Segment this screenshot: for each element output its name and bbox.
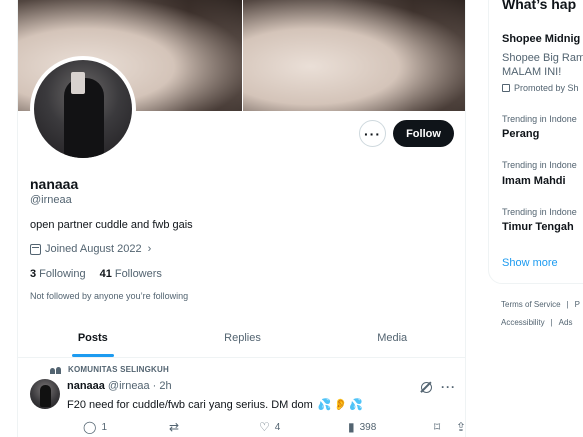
tab-posts[interactable]: Posts [18,318,168,357]
views-action[interactable]: ▮ 398 [348,421,376,433]
trend-category: Trending in Indone [502,207,577,217]
follow-button[interactable]: Follow [393,120,454,147]
footer-links-row2: Accessibility | Ads [501,318,572,327]
followers-label: Followers [114,268,162,280]
post-time[interactable]: · 2h [153,380,172,392]
bar-chart-icon: ▮ [348,420,355,434]
trend-category: Trending in Indone [502,160,577,170]
post-more-button[interactable]: ··· [441,380,456,394]
trend-category: Trending in Indone [502,114,577,124]
heart-icon: ♡ [259,420,270,434]
tab-media[interactable]: Media [317,318,465,357]
bookmark-icon: ⌑ [434,420,441,434]
community-icon [50,365,62,374]
promoted-text: Promoted by Sh [514,83,579,93]
promo-title[interactable]: Shopee Midnig [502,33,580,45]
post-text-body: F20 need for cuddle/fwb cari yang serius… [67,399,313,411]
post-handle[interactable]: @irneaa [108,380,150,392]
following-count: 3 [30,268,37,280]
joined-date[interactable]: Joined August 2022 › [30,243,151,255]
post-actions: ◯ 1 ⇄ ♡ 4 ▮ 398 ⌑ ⇪ [67,421,465,437]
promo-body[interactable]: Shopee Big Ram MALAM INI! [502,51,583,79]
promoted-icon [502,84,510,92]
profile-column: ··· Follow nanaaa @irneaa open partner c… [17,0,466,437]
reply-icon: ◯ [83,420,97,434]
terms-link[interactable]: Terms of Service [501,300,561,309]
following-label: Following [39,268,86,280]
show-more-link[interactable]: Show more [502,257,558,269]
sweat-droplets-icon: 💦 [317,399,332,411]
ads-link[interactable]: Ads [559,318,573,327]
avatar-phone [71,72,85,94]
trend-name[interactable]: Imam Mahdi [502,175,566,187]
calendar-icon [30,243,41,255]
banner-image-right [243,0,465,111]
ear-icon: 👂 [333,399,348,411]
share-action[interactable]: ⇪ [456,420,466,434]
bookmark-action[interactable]: ⌑ [434,421,440,433]
trend-name[interactable]: Timur Tengah [502,221,574,233]
post-header: nanaaa @irneaa · 2h [67,380,172,392]
more-options-button[interactable]: ··· [359,120,386,147]
post-author[interactable]: nanaaa [67,380,105,392]
community-name: KOMUNITAS SELINGKUH [68,365,169,374]
promo-body-line2: MALAM INI! [502,66,562,78]
privacy-link[interactable]: P [575,300,580,309]
not-followed-note: Not followed by anyone you’re following [30,291,189,301]
chevron-right-icon: › [147,243,152,255]
like-count: 4 [274,421,281,433]
footer-separator: | [566,300,569,309]
share-icon: ⇪ [456,420,466,434]
profile-tabs: Posts Replies Media [18,318,465,358]
right-sidebar: What’s hap Shopee Midnig Shopee Big Ram … [488,0,583,437]
post-text: F20 need for cuddle/fwb cari yang serius… [67,398,363,411]
follow-stats: 3 Following 41 Followers [30,268,162,280]
community-label[interactable]: KOMUNITAS SELINGKUH [50,365,169,374]
repost-icon: ⇄ [169,420,180,434]
grok-icon[interactable] [421,382,432,393]
like-action[interactable]: ♡ 4 [259,421,280,433]
sweat-droplets-icon: 💦 [349,399,363,411]
trend-name[interactable]: Perang [502,128,539,140]
footer-separator: | [550,318,553,327]
tab-replies[interactable]: Replies [168,318,318,357]
accessibility-link[interactable]: Accessibility [501,318,545,327]
repost-action[interactable]: ⇄ [169,421,184,433]
profile-handle: @irneaa [30,194,72,206]
following-link[interactable]: 3 Following [30,268,86,280]
reply-action[interactable]: ◯ 1 [83,421,107,433]
profile-avatar[interactable] [30,56,136,162]
followers-link[interactable]: 41 Followers [100,268,162,280]
view-count: 398 [359,421,377,433]
trends-title: What’s hap [502,0,577,12]
followers-count: 41 [99,268,112,280]
post-avatar[interactable] [30,379,60,409]
joined-label: Joined August 2022 [45,243,142,255]
footer-links-row1: Terms of Service | P [501,300,580,309]
post-avatar-figure [40,385,51,407]
profile-name: nanaaa [30,176,79,192]
promo-body-line1: Shopee Big Ram [502,52,583,64]
profile-bio: open partner cuddle and fwb gais [30,219,193,231]
promoted-label: Promoted by Sh [502,83,579,93]
reply-count: 1 [101,421,107,433]
